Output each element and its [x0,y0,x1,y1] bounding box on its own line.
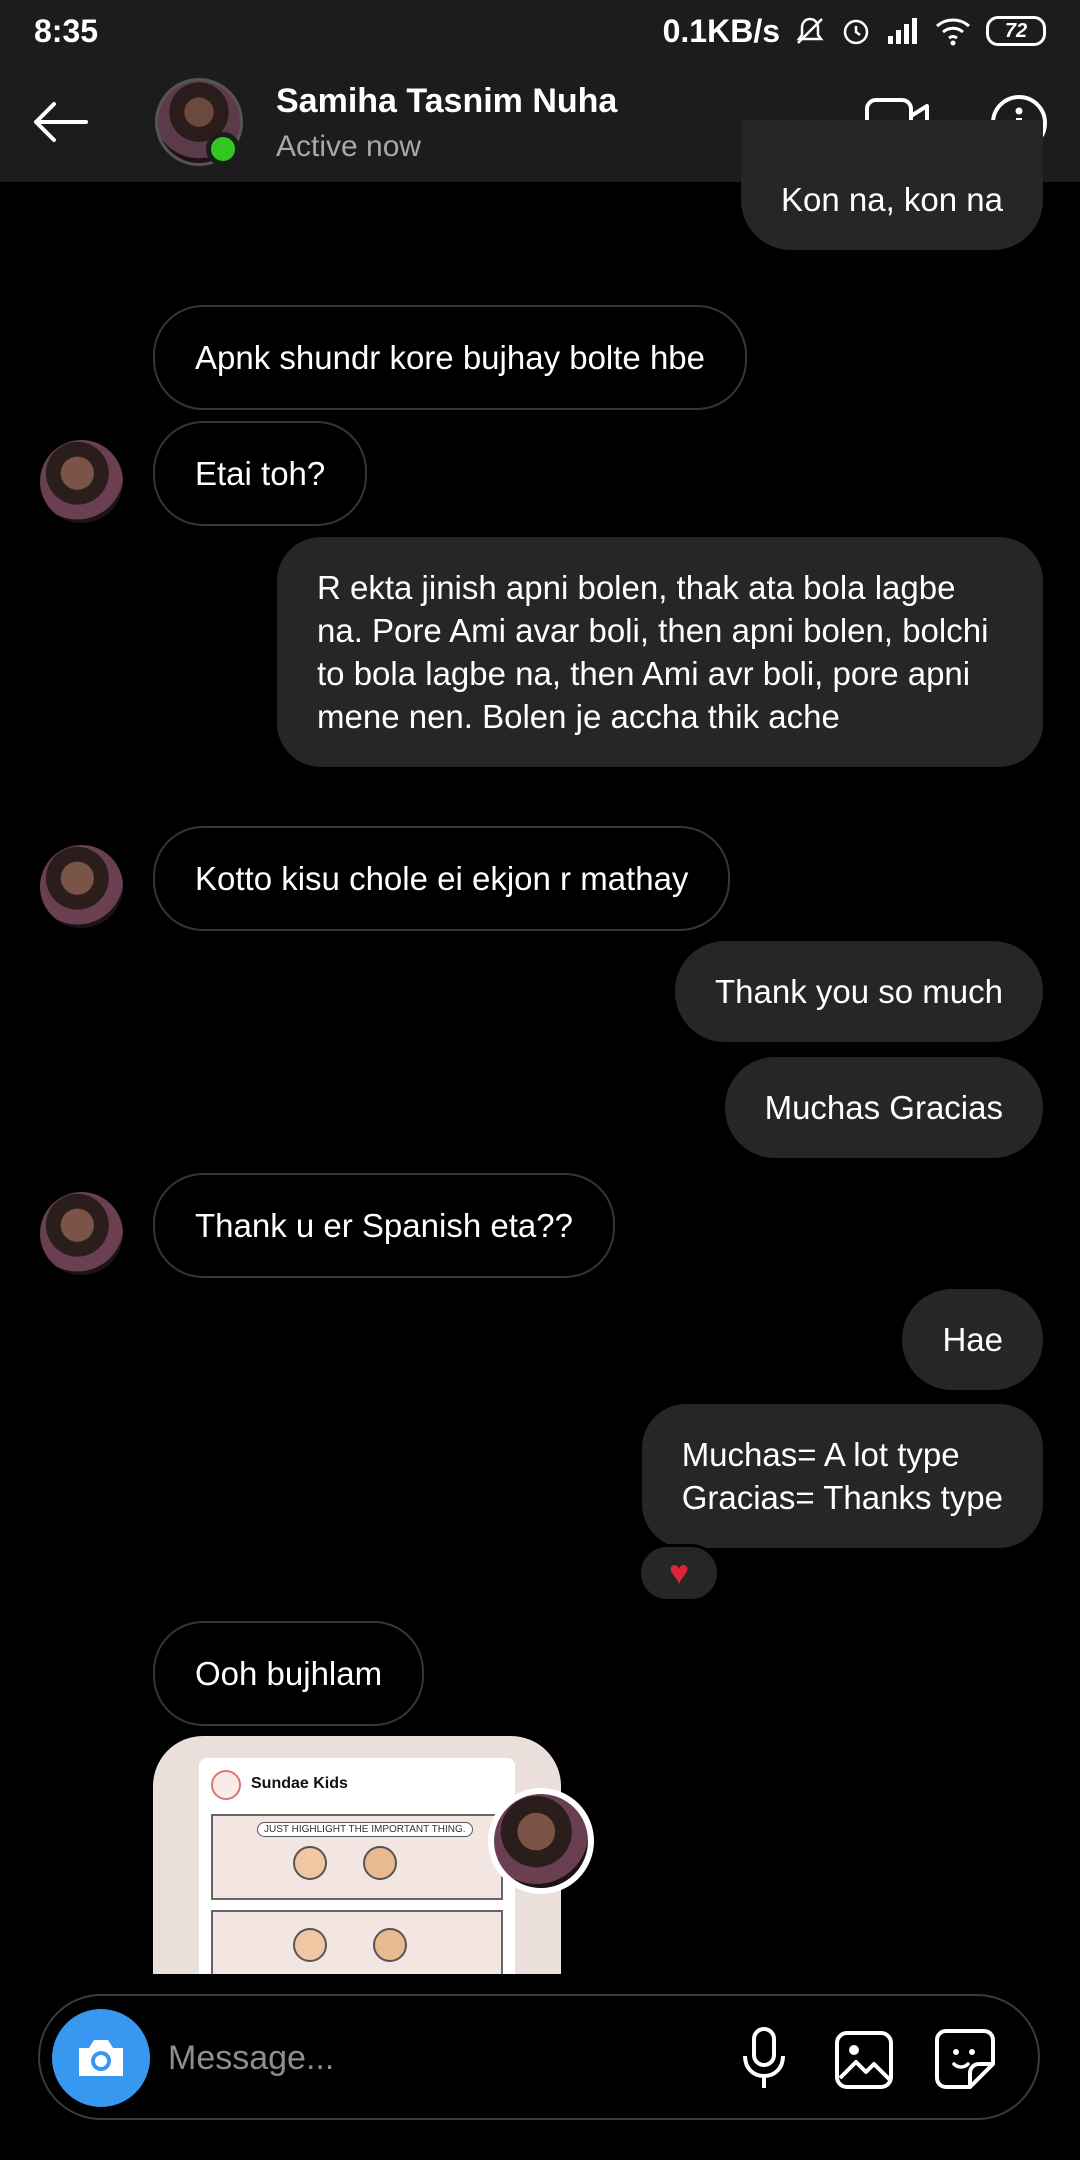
post-account-name: Sundae Kids [251,1775,348,1792]
comic-caption: JUST HIGHLIGHT THE IMPORTANT THING. [257,1822,473,1837]
online-indicator [206,132,240,166]
comic-character [373,1928,407,1962]
signal-icon [888,18,917,44]
message-bubble-outgoing[interactable]: Hae [902,1289,1043,1390]
wifi-icon [936,18,970,46]
message-bubble-outgoing[interactable]: Muchas= A lot type Gracias= Thanks type [641,1404,1043,1548]
message-bubble-outgoing[interactable]: Thank you so much [675,941,1043,1042]
message-bubble-outgoing[interactable]: Muchas Gracias [724,1057,1043,1158]
comic-panel [211,1910,503,1974]
chat-screen: 8:35 0.1KB/s 72 Samiha Tasnim Nuha Activ… [0,0,1080,2160]
message-bubble-outgoing[interactable]: Kon na, kon na [740,120,1043,250]
contact-status: Active now [276,130,422,163]
sender-avatar[interactable] [40,845,123,928]
message-bubble-incoming[interactable]: Ooh bujhlam [153,1621,425,1726]
post-card: Sundae Kids JUST HIGHLIGHT THE IMPORTANT… [199,1758,515,1974]
sender-avatar[interactable] [40,440,123,523]
contact-name[interactable]: Samiha Tasnim Nuha [276,82,617,121]
mute-icon [796,17,824,44]
back-arrow-icon[interactable] [28,90,92,154]
camera-icon [79,2040,123,2076]
message-bubble-incoming[interactable]: Etai toh? [153,421,368,526]
status-time: 8:35 [34,12,99,49]
microphone-icon[interactable] [740,2026,788,2092]
network-speed: 0.1KB/s [662,12,780,49]
message-bubble-incoming[interactable]: Thank u er Spanish eta?? [153,1173,615,1278]
gallery-icon[interactable] [834,2030,894,2090]
message-bubble-incoming[interactable]: Kotto kisu chole ei ekjon r mathay [153,826,731,931]
heart-reaction-icon[interactable]: ♥ [638,1544,720,1602]
comic-character [293,1846,327,1880]
comic-character [363,1846,397,1880]
sticker-icon[interactable] [934,2028,996,2090]
message-input[interactable] [168,2025,708,2091]
post-sender-avatar[interactable] [488,1788,594,1894]
battery-icon: 72 [986,16,1046,46]
comic-character [293,1928,327,1962]
alarm-icon [843,19,869,45]
sender-avatar[interactable] [40,1192,123,1275]
message-bubble-incoming[interactable]: Apnk shundr kore bujhay bolte hbe [153,305,748,410]
status-icons: 0.1KB/s 72 [663,13,1046,50]
message-bubble-outgoing[interactable]: R ekta jinish apni bolen, thak ata bola … [277,537,1043,767]
post-account-logo [211,1770,241,1800]
camera-button[interactable] [52,2009,150,2107]
status-bar: 8:35 0.1KB/s 72 [0,0,1080,62]
comic-panel: JUST HIGHLIGHT THE IMPORTANT THING. [211,1814,503,1900]
